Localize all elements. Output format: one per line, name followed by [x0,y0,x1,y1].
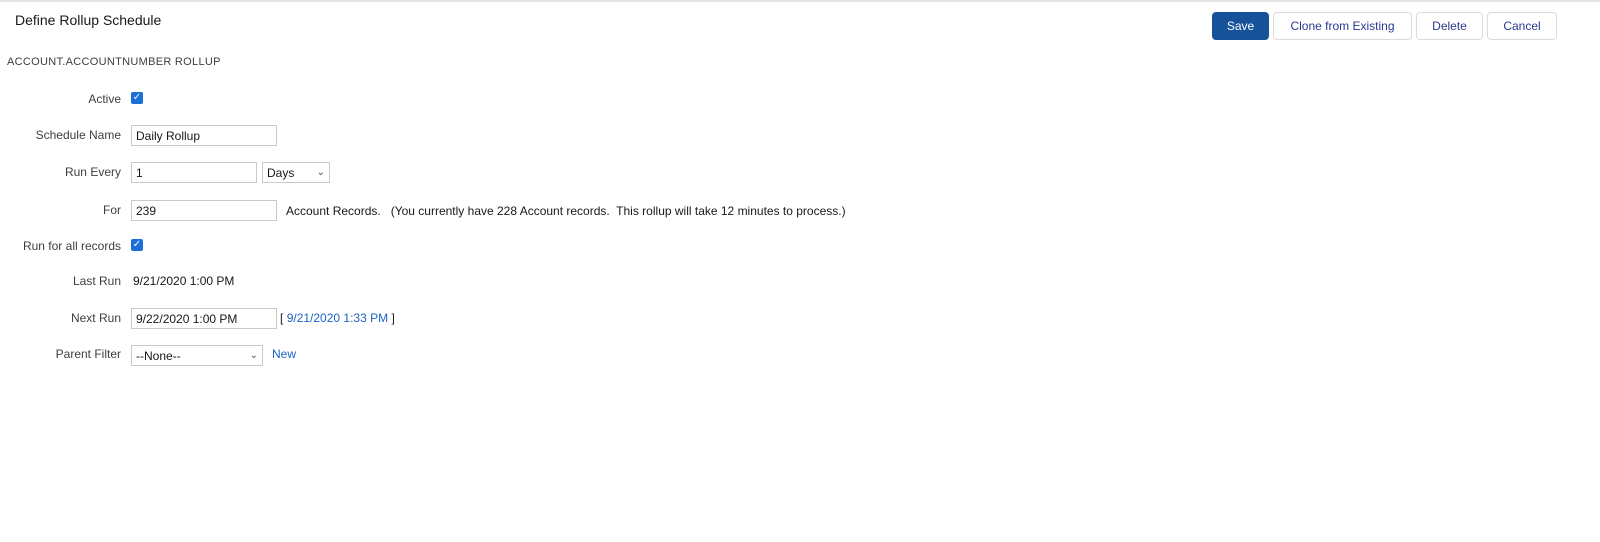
cancel-button[interactable]: Cancel [1487,12,1557,40]
run-all-checkbox[interactable]: ✓ [131,239,143,251]
save-button[interactable]: Save [1212,12,1269,40]
delete-button[interactable]: Delete [1416,12,1483,40]
last-run-label: Last Run [72,274,121,288]
active-checkbox[interactable]: ✓ [131,92,143,104]
parent-filter-label: Parent Filter [55,347,121,361]
page-title: Define Rollup Schedule [15,12,162,28]
check-icon: ✓ [132,239,142,250]
chevron-down-icon: ⌄ [249,350,258,361]
bracket-close: ] [391,311,395,325]
run-every-label: Run Every [64,165,121,179]
next-run-label: Next Run [70,311,121,325]
parent-filter-select[interactable]: --None-- ⌄ [131,345,263,366]
unit-value: Days [267,165,295,180]
parent-filter-value: --None-- [136,348,181,363]
top-border [0,0,1600,2]
section-subtitle: ACCOUNT.ACCOUNTNUMBER ROLLUP [7,56,221,68]
run-every-unit-select[interactable]: Days ⌄ [262,162,330,183]
for-input[interactable]: 239 [131,200,277,221]
records-note: Account Records. (You currently have 228… [286,204,846,218]
bracket-open: [ [280,311,284,325]
schedule-name-label: Schedule Name [35,128,121,142]
last-run-value: 9/21/2020 1:00 PM [133,274,235,288]
next-run-alt: [ 9/21/2020 1:33 PM ] [280,311,395,325]
run-all-label: Run for all records [22,239,121,253]
check-icon: ✓ [132,92,142,103]
schedule-name-input[interactable]: Daily Rollup [131,125,277,146]
clone-from-existing-button[interactable]: Clone from Existing [1273,12,1412,40]
new-filter-link[interactable]: New [272,347,296,361]
next-run-link[interactable]: 9/21/2020 1:33 PM [287,311,388,325]
run-every-input[interactable]: 1 [131,162,257,183]
next-run-input[interactable]: 9/22/2020 1:00 PM [131,308,277,329]
chevron-down-icon: ⌄ [316,167,325,178]
active-label: Active [88,92,121,106]
for-label: For [103,203,121,217]
